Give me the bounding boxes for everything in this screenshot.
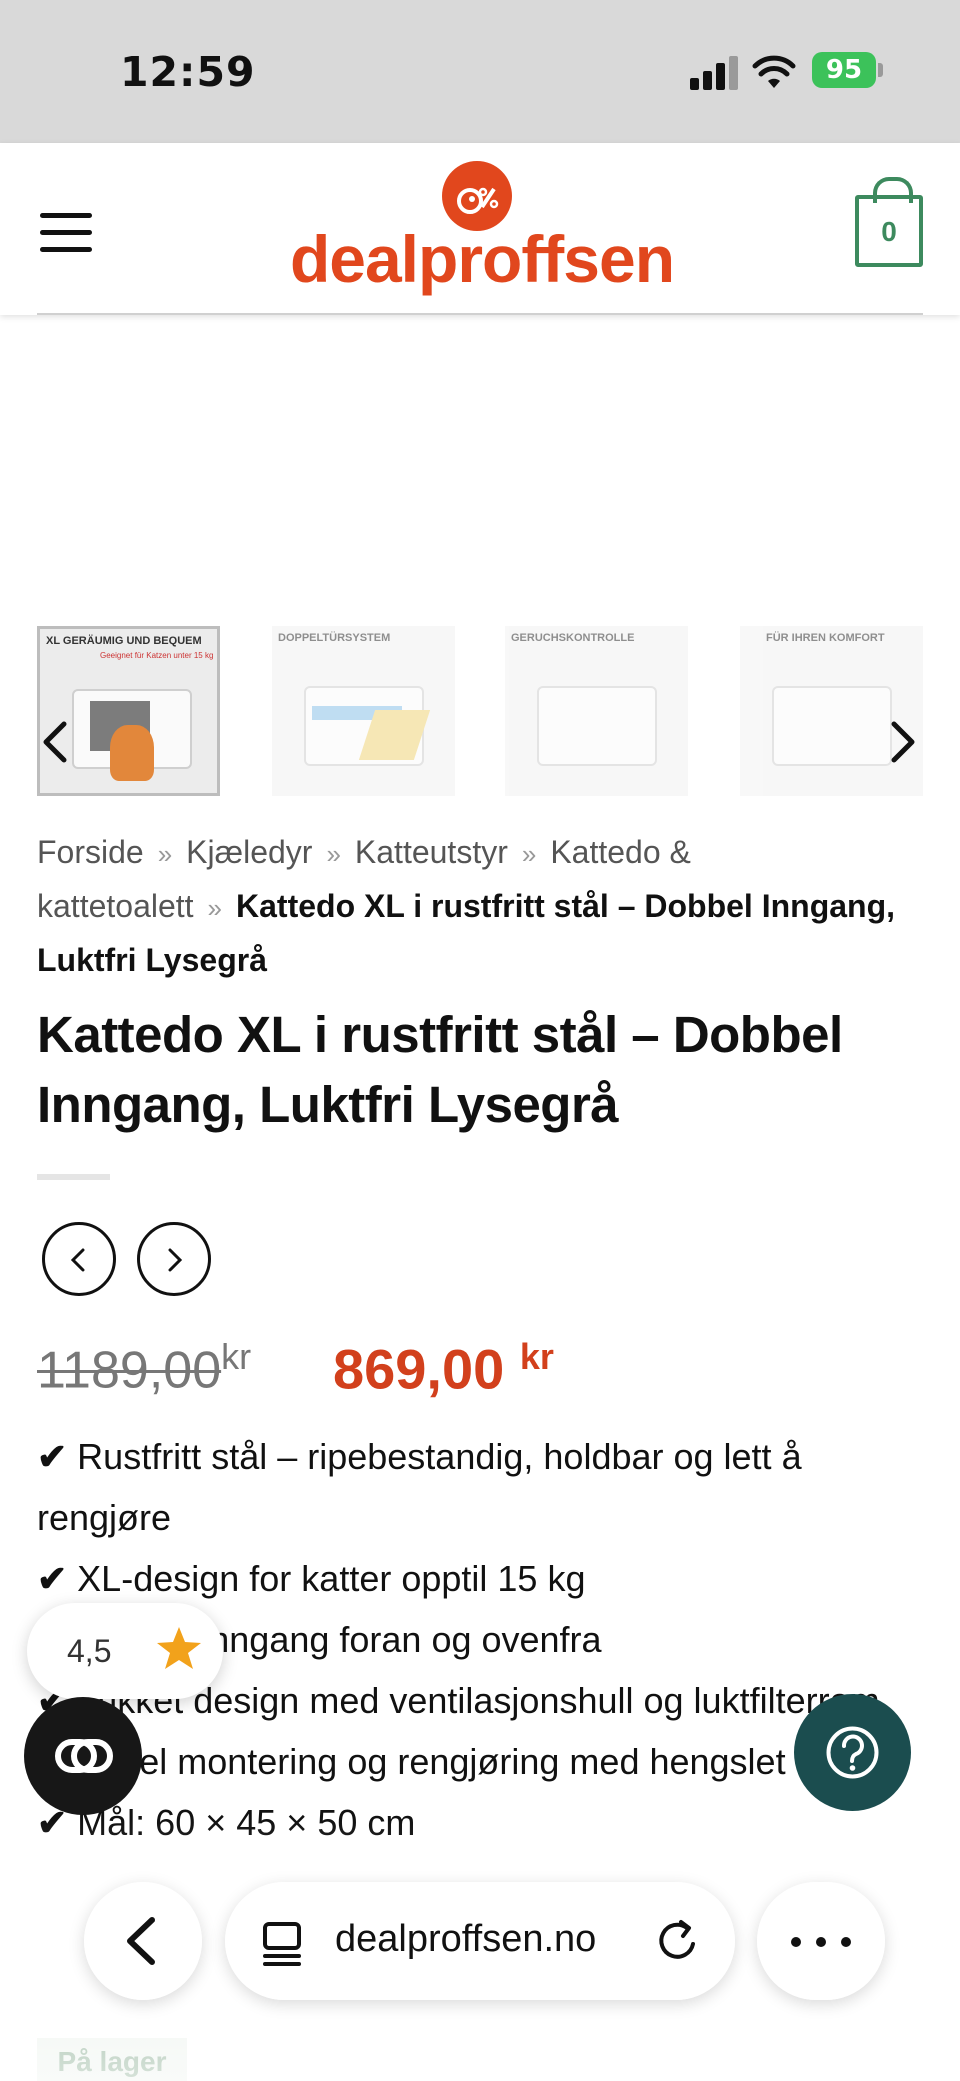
cat-image [110, 725, 154, 781]
gallery-thumbnails: XL GERÄUMIG UND BEQUEM Geeignet für Katz… [37, 626, 923, 796]
feature-item: ✔ Rustfritt stål – ripebestandig, holdbar… [37, 1436, 802, 1538]
more-dot [816, 1937, 826, 1947]
star-icon [157, 1627, 201, 1669]
battery-tip [878, 63, 883, 77]
address-bar[interactable]: dealproffsen.no [225, 1882, 735, 2000]
breadcrumb-link[interactable]: Katteutstyr [355, 834, 508, 870]
breadcrumb-separator: » [157, 839, 173, 869]
help-icon [826, 1726, 879, 1779]
more-dot [841, 1937, 851, 1947]
litter-box-image [537, 686, 657, 766]
link-button[interactable] [24, 1697, 142, 1815]
reload-icon[interactable] [651, 1914, 705, 1968]
site-logo[interactable]: dealproffsen [272, 221, 692, 297]
link-icon [55, 1739, 113, 1773]
back-arrow-icon [127, 1917, 155, 1965]
product-title: Kattedo XL i rustfritt stål – Dobbel Inn… [37, 1006, 843, 1133]
breadcrumb-separator: » [207, 893, 223, 923]
sale-price: 869,00 kr [333, 1336, 554, 1402]
previous-product-button[interactable] [42, 1222, 116, 1296]
stock-status: På lager [37, 2038, 187, 2081]
gallery-thumbnail[interactable]: DOPPELTÜRSYSTEM [272, 626, 455, 796]
tabs-icon[interactable] [257, 1916, 309, 1968]
breadcrumb-separator: » [521, 839, 537, 869]
chevron-left-icon [70, 1248, 85, 1272]
feature-item: ✔ XL-design for katter opptil 15 kg [37, 1558, 586, 1599]
more-dot [791, 1937, 801, 1947]
battery-icon: 95 [812, 52, 876, 88]
rating-badge[interactable]: 4,5 [27, 1603, 223, 1699]
thumbnail-caption: FÜR IHREN KOMFORT [766, 632, 885, 644]
sale-price-currency: kr [519, 1336, 554, 1377]
help-button[interactable] [794, 1694, 911, 1811]
gallery-prev-icon[interactable] [40, 720, 70, 764]
wifi-icon [752, 55, 796, 88]
thumbnail-caption: GERUCHSKONTROLLE [511, 632, 635, 644]
thumbnail-subcaption: Geeignet für Katzen unter 15 kg [100, 651, 214, 660]
gallery-thumbnail[interactable]: XL GERÄUMIG UND BEQUEM Geeignet für Katz… [37, 626, 220, 796]
breadcrumb-separator: » [326, 839, 341, 869]
more-options-button[interactable] [757, 1882, 885, 2000]
breadcrumb-link[interactable]: Kjæledyr [186, 834, 312, 870]
status-bar: 12:59 95 [0, 0, 960, 143]
gallery-next-icon[interactable] [888, 720, 918, 764]
next-product-button[interactable] [137, 1222, 211, 1296]
gallery-thumbnail[interactable]: GERUCHSKONTROLLE [505, 626, 688, 796]
thumbnail-caption: XL GERÄUMIG UND BEQUEM [46, 635, 202, 647]
rating-value: 4,5 [67, 1633, 112, 1669]
thumbnail-caption: DOPPELTÜRSYSTEM [278, 632, 391, 644]
breadcrumb: Forside» Kjæledyr» Katteutstyr» Kattedo & k… [37, 826, 937, 986]
title-divider [37, 1174, 110, 1180]
old-price-currency: kr [221, 1336, 252, 1377]
cellular-signal-icon [690, 56, 740, 90]
check-icon: ✔ [37, 1436, 68, 1477]
breadcrumb-link[interactable]: Forside [37, 834, 144, 870]
sale-price-value: 869,00 [333, 1337, 505, 1401]
cart-button[interactable]: 0 [855, 177, 923, 267]
menu-icon[interactable] [40, 213, 92, 253]
header-divider [37, 313, 923, 315]
check-icon: ✔ [37, 1558, 68, 1599]
browser-back-button[interactable] [84, 1882, 202, 2000]
litter-box-image [772, 686, 892, 766]
site-header: dealproffsen 0 [0, 143, 960, 315]
address-text[interactable]: dealproffsen.no [335, 1918, 596, 1961]
gallery-thumbnail[interactable]: FÜR IHREN KOMFORT [740, 626, 923, 796]
chevron-right-icon [168, 1248, 183, 1272]
status-time: 12:59 [120, 48, 256, 96]
old-price: 1189,00kr [37, 1336, 251, 1400]
old-price-value: 1189,00 [37, 1341, 222, 1400]
